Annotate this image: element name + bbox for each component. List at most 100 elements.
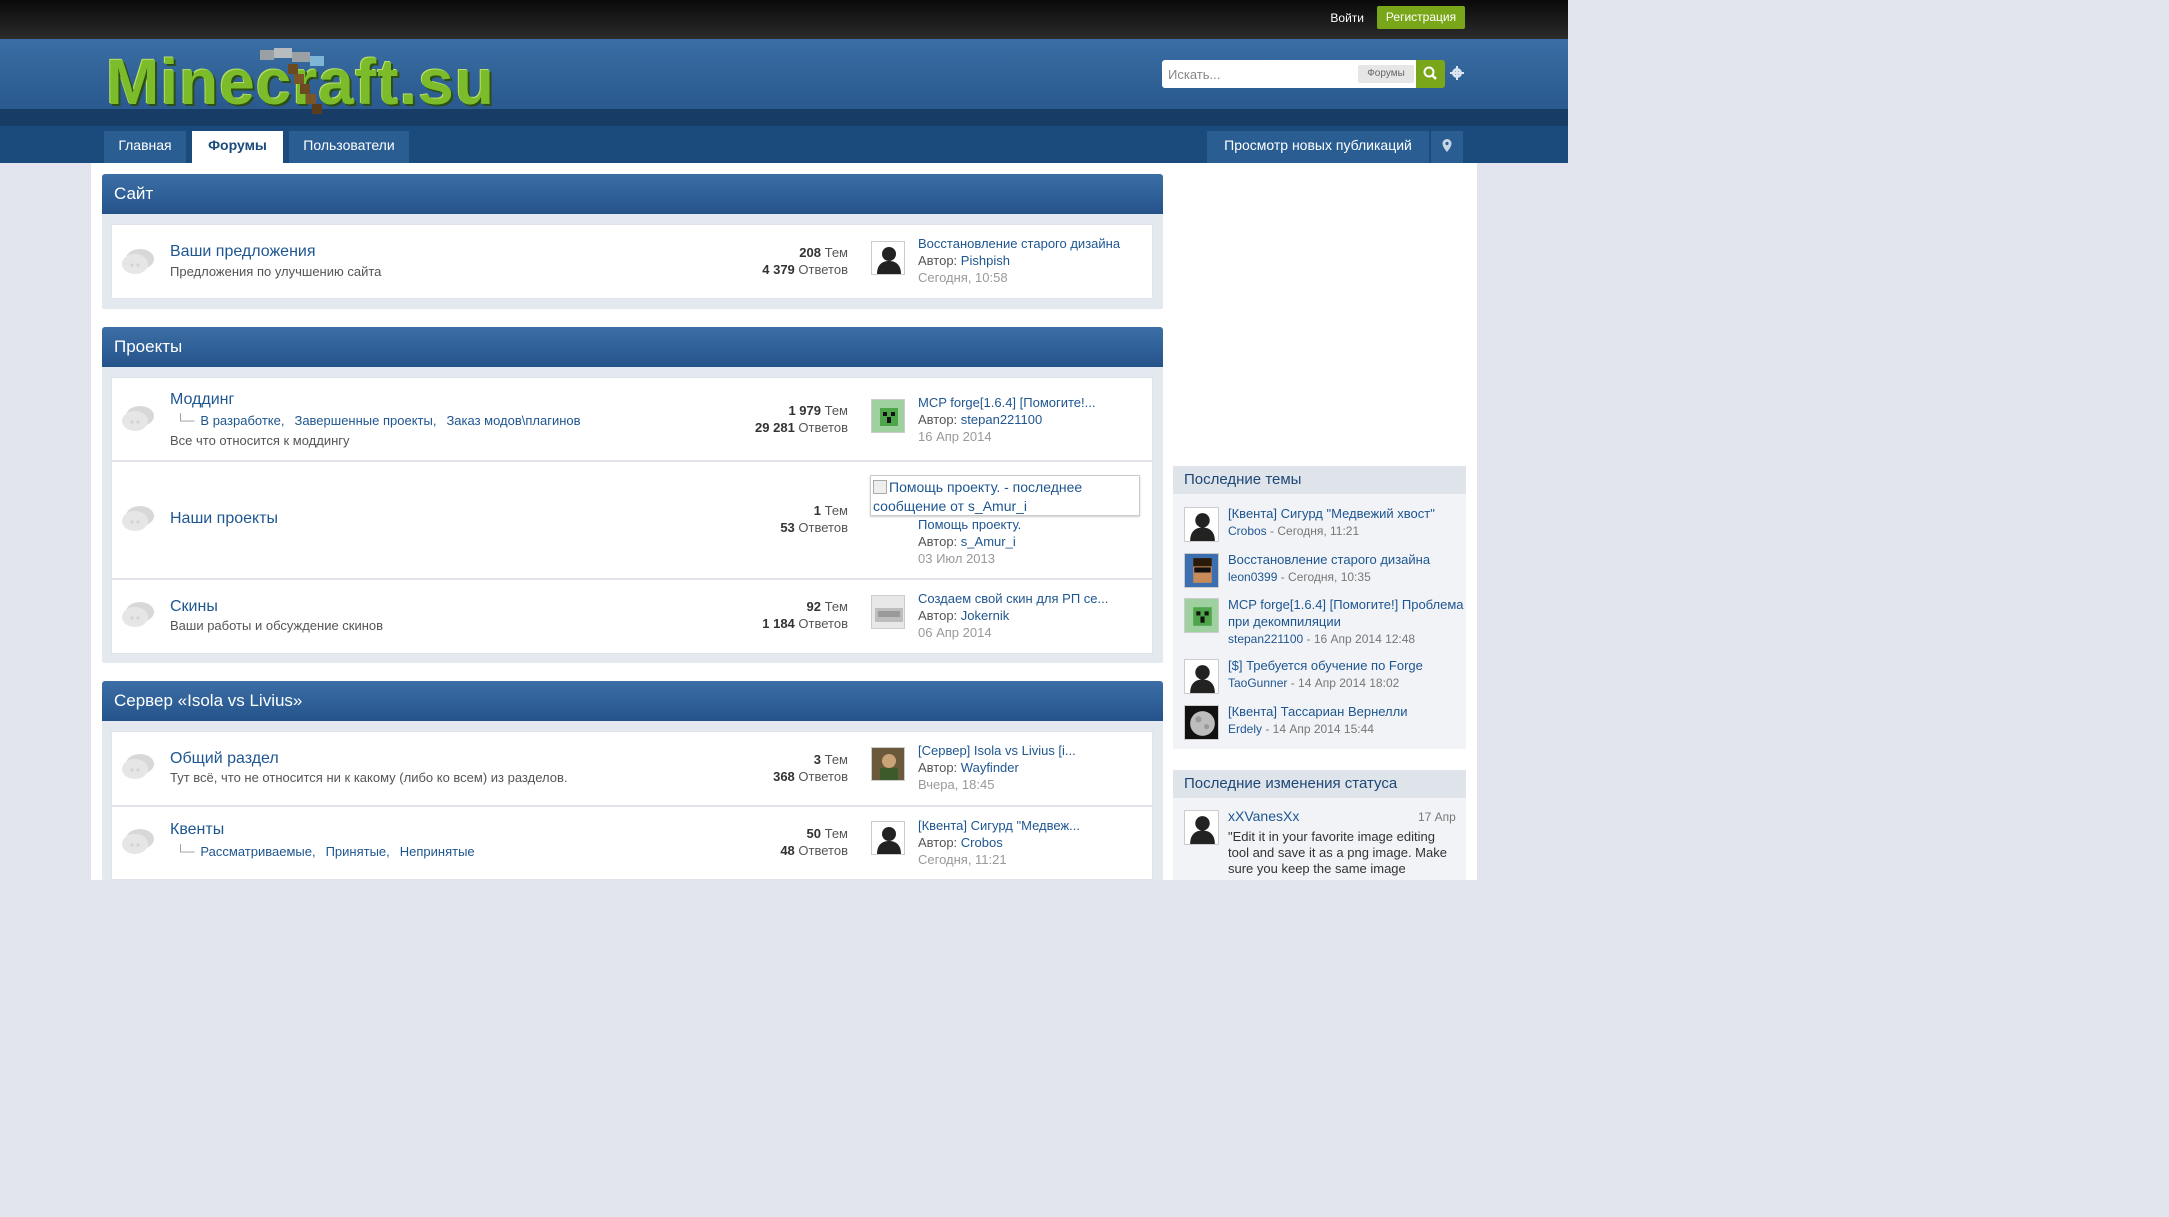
- forum-description: Тут всё, что не относится ни к какому (л…: [170, 770, 568, 785]
- forum-title[interactable]: Общий раздел: [170, 750, 279, 768]
- creeper-avatar-icon: [872, 400, 904, 432]
- gear-icon[interactable]: [1450, 66, 1464, 80]
- avatar[interactable]: [871, 747, 905, 781]
- search-placeholder: Искать...: [1168, 67, 1221, 82]
- moon-avatar-icon: [1185, 706, 1218, 739]
- list-item: [Квента] Сигурд "Медвежий хвост" Crobos …: [1184, 505, 1464, 545]
- last-post-title[interactable]: Помощь проекту.: [918, 517, 1021, 532]
- broken-image-alt[interactable]: Помощь проекту. - последнее сообщение от…: [870, 475, 1140, 516]
- svg-text:« »: « »: [130, 519, 140, 526]
- recent-topic-title[interactable]: [$] Требуется обучение по Forge: [1228, 657, 1464, 674]
- last-post-title[interactable]: [Сервер] Isola vs Livius [i...: [918, 743, 1076, 758]
- recent-topic-user[interactable]: leon0399: [1228, 570, 1277, 584]
- forum-title[interactable]: Наши проекты: [170, 510, 278, 528]
- new-posts-button[interactable]: Просмотр новых публикаций: [1207, 131, 1429, 163]
- avatar[interactable]: [1184, 507, 1219, 542]
- category-header[interactable]: Проекты: [102, 327, 1163, 367]
- last-post-author[interactable]: Crobos: [961, 835, 1003, 850]
- last-post-author[interactable]: Pishpish: [961, 253, 1010, 268]
- svg-text:« »: « »: [130, 615, 140, 622]
- pickaxe-icon: [260, 48, 324, 114]
- register-button[interactable]: Регистрация: [1377, 6, 1465, 29]
- last-post-date: 06 Апр 2014: [918, 625, 992, 640]
- forum-bubble-icon: « »: [122, 602, 154, 627]
- last-post-author[interactable]: Wayfinder: [961, 760, 1019, 775]
- tab-forums[interactable]: Форумы: [192, 131, 283, 163]
- forum-title[interactable]: Ваши предложения: [170, 243, 316, 261]
- recent-topic-user[interactable]: Erdely: [1228, 722, 1262, 736]
- forum-bubble-icon: « »: [122, 249, 154, 274]
- forum-description: Все что относится к моддингу: [170, 433, 350, 448]
- avatar[interactable]: [1184, 553, 1219, 588]
- recent-topic-title[interactable]: Восстановление старого дизайна: [1228, 551, 1464, 568]
- recent-topic-user[interactable]: Crobos: [1228, 524, 1267, 538]
- search-scope-selector[interactable]: Форумы: [1358, 65, 1414, 83]
- avatar[interactable]: [871, 399, 905, 433]
- last-post: Помощь проекту. Автор: s_Amur_i 03 Июл 201…: [918, 517, 1022, 566]
- recent-topic-meta: Crobos - Сегодня, 11:21: [1228, 524, 1360, 538]
- last-post-author[interactable]: s_Amur_i: [961, 534, 1016, 549]
- subforum-link[interactable]: Заказ модов\плагинов: [446, 413, 580, 428]
- last-post: [Сервер] Isola vs Livius [i... Автор: Way…: [918, 743, 1076, 792]
- user-avatar-icon: [877, 827, 901, 854]
- last-post-date: Сегодня, 10:58: [918, 270, 1008, 285]
- subforum-link[interactable]: Непринятые: [400, 844, 475, 859]
- recent-topics-header: Последние темы: [1173, 466, 1466, 494]
- last-post: Восстановление старого дизайна Автор: Pis…: [918, 236, 1121, 285]
- avatar[interactable]: [1184, 705, 1219, 740]
- last-post-title[interactable]: Создаем свой скин для РП се...: [918, 591, 1108, 606]
- login-link[interactable]: Войти: [1330, 11, 1364, 25]
- list-item: MCP forge[1.6.4] [Помогите!] Проблема пр…: [1184, 596, 1464, 651]
- last-post-title[interactable]: [Квента] Сигурд "Медвеж...: [918, 818, 1080, 833]
- user-avatar-icon: [872, 748, 904, 780]
- last-post-date: Вчера, 18:45: [918, 777, 995, 792]
- location-button[interactable]: [1431, 131, 1463, 163]
- last-post: Создаем свой скин для РП се... Автор: Jok…: [918, 591, 1109, 640]
- tab-home[interactable]: Главная: [104, 131, 186, 163]
- avatar[interactable]: [871, 595, 905, 629]
- avatar[interactable]: [1184, 659, 1219, 694]
- last-post-title[interactable]: Восстановление старого дизайна: [918, 236, 1120, 251]
- subforum-link[interactable]: Принятые,: [326, 844, 390, 859]
- tab-users[interactable]: Пользователи: [289, 131, 409, 163]
- avatar[interactable]: [1184, 810, 1219, 845]
- recent-topic-user[interactable]: TaoGunner: [1228, 676, 1287, 690]
- forum-title[interactable]: Моддинг: [170, 391, 234, 409]
- last-post-title[interactable]: MCP forge[1.6.4] [Помогите!...: [918, 395, 1096, 410]
- recent-topic-title[interactable]: MCP forge[1.6.4] [Помогите!] Проблема пр…: [1228, 596, 1464, 630]
- broken-image-icon: [873, 480, 887, 494]
- search-icon: [1423, 66, 1437, 80]
- avatar[interactable]: [871, 241, 905, 275]
- forum-stats: 1 Тем 53 Ответов: [780, 503, 848, 535]
- svg-text:« »: « »: [130, 767, 140, 774]
- avatar[interactable]: [1184, 598, 1219, 633]
- subforum-list: └─ В разработке, Завершенные проекты, Заказ…: [176, 413, 581, 428]
- subforum-link[interactable]: Завершенные проекты,: [294, 413, 436, 428]
- recent-topic-meta: stepan221100 - 16 Апр 2014 12:48: [1228, 632, 1416, 646]
- list-item: Восстановление старого дизайна leon0399 …: [1184, 551, 1464, 591]
- forum-row: « » Общий раздел Тут всё, что не относит…: [111, 731, 1153, 806]
- category-header[interactable]: Сайт: [102, 174, 1163, 214]
- svg-text:« »: « »: [130, 842, 140, 849]
- search-input[interactable]: Искать... Форумы: [1162, 60, 1416, 88]
- search-button[interactable]: [1416, 60, 1445, 88]
- recent-topic-user[interactable]: stepan221100: [1228, 632, 1303, 646]
- subforum-link[interactable]: Рассматриваемые,: [200, 844, 315, 859]
- last-post-date: Сегодня, 11:21: [918, 852, 1007, 867]
- user-avatar-icon: [877, 247, 901, 274]
- last-post: [Квента] Сигурд "Медвеж... Автор: Crobos С…: [918, 818, 1080, 867]
- subforum-link[interactable]: В разработке,: [200, 413, 284, 428]
- last-post-date: 16 Апр 2014: [918, 429, 992, 444]
- last-post-author[interactable]: Jokernik: [961, 608, 1009, 623]
- top-bar: Войти Регистрация: [0, 0, 1568, 39]
- avatar[interactable]: [871, 821, 905, 855]
- site-logo[interactable]: Minecraft.su: [104, 44, 494, 120]
- last-post-author[interactable]: stepan221100: [961, 412, 1042, 427]
- forum-title[interactable]: Скины: [170, 598, 218, 616]
- forum-bubble-icon: « »: [122, 406, 154, 431]
- recent-topic-title[interactable]: [Квента] Тассариан Вернелли: [1228, 703, 1464, 720]
- recent-topic-title[interactable]: [Квента] Сигурд "Медвежий хвост": [1228, 505, 1464, 522]
- forum-title[interactable]: Квенты: [170, 821, 224, 839]
- category-header[interactable]: Сервер «Isola vs Livius»: [102, 681, 1163, 721]
- svg-text:« »: « »: [130, 419, 140, 426]
